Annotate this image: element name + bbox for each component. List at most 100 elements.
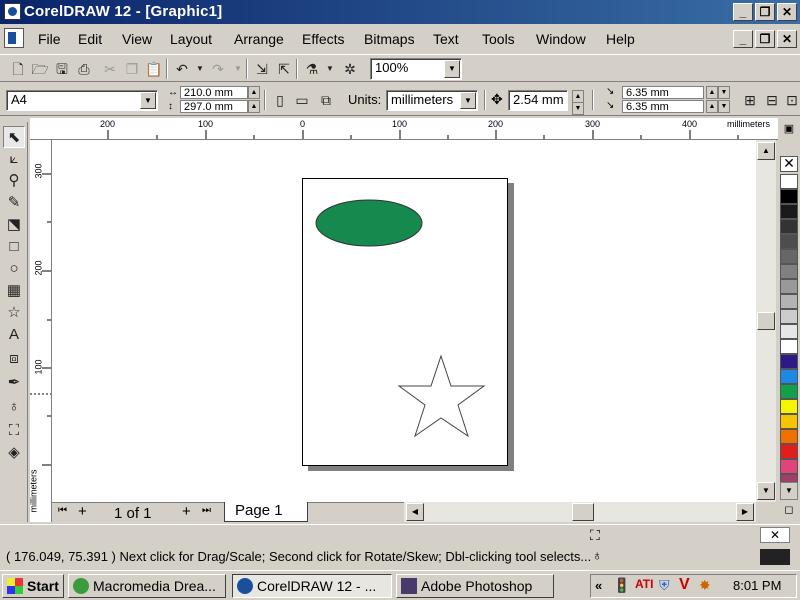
color-swatch[interactable]: [780, 459, 798, 474]
menu-layout[interactable]: Layout: [170, 31, 212, 47]
drawing-canvas[interactable]: [52, 140, 756, 502]
close-button[interactable]: ✕: [777, 3, 797, 21]
color-swatch[interactable]: [780, 444, 798, 459]
scroll-left-icon[interactable]: ◀: [406, 503, 424, 521]
export-icon[interactable]: ⇱: [274, 59, 294, 79]
menu-view[interactable]: View: [122, 31, 152, 47]
traffic-light-icon[interactable]: 🚦: [613, 577, 630, 594]
menu-edit[interactable]: Edit: [78, 31, 102, 47]
taskbar-item-coreldraw[interactable]: CorelDRAW 12 - ...: [232, 574, 392, 598]
scroll-right-icon[interactable]: ▶: [736, 503, 754, 521]
color-swatch[interactable]: [780, 354, 798, 369]
dup-y-spin-up[interactable]: ▲: [706, 100, 718, 113]
color-swatch[interactable]: [780, 339, 798, 354]
color-swatch[interactable]: [780, 399, 798, 414]
outline-tool-icon[interactable]: ♁: [3, 396, 25, 418]
text-tool-icon[interactable]: A: [3, 324, 25, 346]
landscape-icon[interactable]: ▭: [292, 90, 312, 110]
color-swatch[interactable]: [780, 279, 798, 294]
undo-icon[interactable]: ↶: [172, 59, 192, 79]
undo-dropdown-icon[interactable]: ▼: [190, 59, 210, 79]
doc-restore-button[interactable]: ❐: [755, 30, 775, 48]
color-swatch[interactable]: [780, 384, 798, 399]
menu-tools[interactable]: Tools: [482, 31, 515, 47]
green-ellipse[interactable]: [315, 199, 423, 247]
menu-file[interactable]: File: [38, 31, 61, 47]
duplicate-y-field[interactable]: 6.35 mm: [622, 100, 704, 113]
rectangle-tool-icon[interactable]: □: [3, 236, 25, 258]
scroll-down-icon[interactable]: ▼: [757, 482, 775, 500]
zoom-tool-icon[interactable]: ⚲: [3, 170, 25, 192]
horizontal-scroll-thumb[interactable]: [572, 503, 594, 521]
graph-paper-tool-icon[interactable]: ▦: [3, 280, 25, 302]
paste-icon[interactable]: 📋: [144, 59, 164, 79]
pick-tool-icon[interactable]: ⬉: [3, 126, 25, 148]
color-swatch[interactable]: [780, 174, 798, 189]
fill-none-swatch[interactable]: ✕: [760, 527, 790, 543]
interactive-fill-tool-icon[interactable]: ◈: [3, 442, 25, 464]
menu-effects[interactable]: Effects: [302, 31, 345, 47]
add-page-before-icon[interactable]: +: [78, 503, 87, 520]
page-height-field[interactable]: 297.0 mm: [180, 100, 248, 113]
corel-online-icon[interactable]: ✲: [340, 59, 360, 79]
minimize-button[interactable]: _: [733, 3, 753, 21]
ellipse-tool-icon[interactable]: ○: [3, 258, 25, 280]
color-swatch[interactable]: [780, 414, 798, 429]
antivirus-icon[interactable]: V: [679, 576, 690, 594]
snap-objects-icon[interactable]: ⊡: [782, 90, 800, 110]
network-icon[interactable]: ✸: [699, 577, 711, 594]
new-icon[interactable]: 🗋: [8, 59, 28, 79]
nudge-spin-down[interactable]: ▼: [572, 102, 584, 115]
polygon-tool-icon[interactable]: ☆: [3, 302, 25, 324]
horizontal-scrollbar[interactable]: ◀ ▶: [404, 502, 756, 522]
menu-bitmaps[interactable]: Bitmaps: [364, 31, 415, 47]
redo-icon[interactable]: ↷: [208, 59, 228, 79]
shield-icon[interactable]: ⛨: [659, 577, 670, 594]
vertical-scroll-thumb[interactable]: [757, 312, 775, 330]
page-layout-icon[interactable]: ⧉: [316, 90, 336, 110]
width-spin-up[interactable]: ▲: [248, 86, 260, 99]
page-tab[interactable]: Page 1: [224, 502, 308, 522]
shape-tool-icon[interactable]: ⟀: [3, 148, 25, 170]
star-shape[interactable]: [397, 354, 486, 438]
color-swatch[interactable]: [780, 234, 798, 249]
first-page-icon[interactable]: ⏮: [58, 505, 67, 516]
outline-indicator-icon[interactable]: ♁: [592, 547, 603, 563]
page-size-dropdown-icon[interactable]: ▼: [140, 92, 156, 109]
last-page-icon[interactable]: ⏭: [202, 505, 211, 516]
color-swatch[interactable]: [780, 264, 798, 279]
redo-dropdown-icon[interactable]: ▼: [228, 59, 248, 79]
fill-tool-icon[interactable]: ⛶: [3, 420, 25, 442]
doc-close-button[interactable]: ✕: [777, 30, 797, 48]
start-button[interactable]: Start: [2, 574, 64, 598]
launcher-dropdown-icon[interactable]: ▼: [320, 59, 340, 79]
menu-window[interactable]: Window: [536, 31, 586, 47]
palette-options-icon[interactable]: ▣: [780, 122, 798, 138]
duplicate-x-field[interactable]: 6.35 mm: [622, 86, 704, 99]
open-icon[interactable]: 🗁: [30, 59, 50, 79]
eyedropper-tool-icon[interactable]: ✒: [3, 372, 25, 394]
snap-grid-icon[interactable]: ⊞: [740, 90, 760, 110]
ati-icon[interactable]: ATI: [635, 577, 653, 591]
color-swatch[interactable]: [780, 189, 798, 204]
smart-fill-tool-icon[interactable]: ⬔: [3, 214, 25, 236]
doc-minimize-button[interactable]: _: [733, 30, 753, 48]
fill-indicator-icon[interactable]: ⛶: [590, 527, 600, 544]
interactive-blend-tool-icon[interactable]: ⧈: [3, 348, 25, 370]
add-page-after-icon[interactable]: +: [182, 503, 191, 520]
tray-expand-icon[interactable]: «: [595, 578, 602, 593]
portrait-icon[interactable]: ▯: [270, 90, 290, 110]
scroll-up-icon[interactable]: ▲: [757, 142, 775, 160]
color-swatch[interactable]: [780, 294, 798, 309]
copy-icon[interactable]: ❐: [122, 59, 142, 79]
color-swatch[interactable]: [780, 324, 798, 339]
dup-x-spin-down[interactable]: ▼: [718, 86, 730, 99]
color-swatch[interactable]: [780, 204, 798, 219]
print-icon[interactable]: ⎙: [74, 59, 94, 79]
page-size-select[interactable]: A4: [6, 90, 158, 111]
snap-guidelines-icon[interactable]: ⊟: [762, 90, 782, 110]
color-swatch[interactable]: [780, 219, 798, 234]
palette-expand-icon[interactable]: ◻: [780, 502, 798, 520]
document-icon[interactable]: [4, 28, 24, 48]
import-icon[interactable]: ⇲: [252, 59, 272, 79]
